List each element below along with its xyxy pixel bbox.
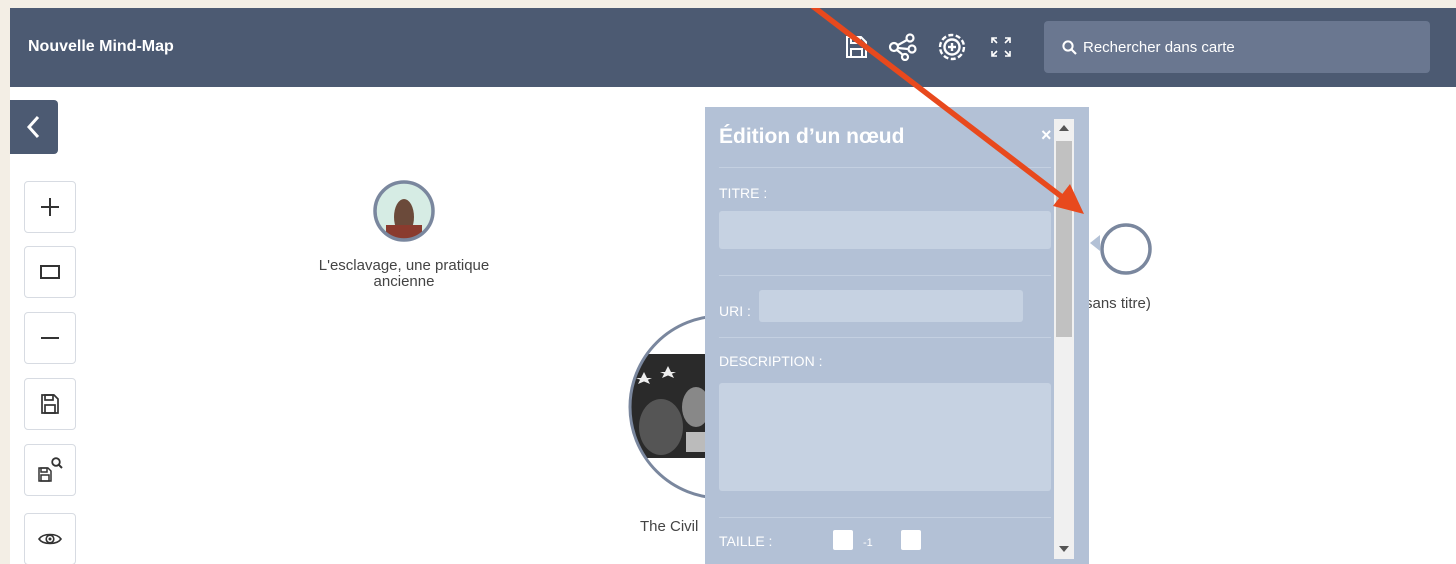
app-window: Nouvelle Mind-Map Rechercher dans carte …: [10, 8, 1456, 564]
annotation-arrow: [810, 8, 1084, 214]
